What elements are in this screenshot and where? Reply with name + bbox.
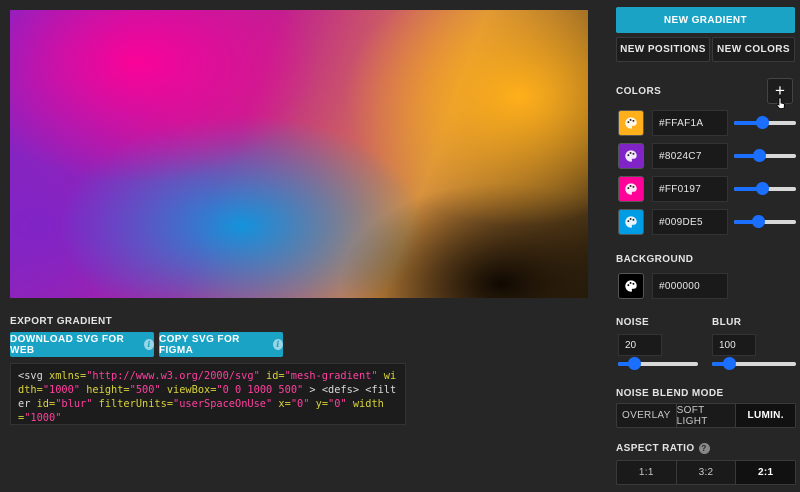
new-gradient-button[interactable]: NEW GRADIENT — [616, 7, 795, 33]
gradient-preview — [10, 10, 588, 298]
code-token: viewBox= — [160, 384, 217, 396]
code-token: xmlns= — [49, 370, 87, 382]
code-token: height= — [80, 384, 130, 396]
blur-input[interactable]: 100 — [712, 334, 756, 356]
aspect-ratio-label: ASPECT RATIO ? — [616, 443, 710, 454]
aspect-option[interactable]: 3:2 — [677, 461, 737, 484]
code-token: "0 0 1000 500" — [216, 384, 304, 396]
slider-thumb[interactable] — [722, 357, 736, 370]
cursor-icon — [776, 97, 785, 109]
blend-option[interactable]: OVERLAY — [617, 404, 677, 427]
palette-icon — [625, 117, 637, 129]
background-row: #000000 — [618, 273, 798, 299]
color-row: #009DE5 — [618, 209, 798, 235]
export-gradient-label: EXPORT GRADIENT — [10, 316, 113, 327]
code-token: "http://www.w3.org/2000/svg" — [86, 370, 260, 382]
color-weight-slider[interactable] — [734, 116, 796, 130]
blend-option[interactable]: SOFT LIGHT — [677, 404, 737, 427]
code-token: "500" — [129, 384, 161, 396]
palette-icon — [625, 216, 637, 228]
blend-option[interactable]: LUMIN. — [736, 404, 796, 427]
background-swatch[interactable] — [618, 273, 644, 299]
info-icon: i — [272, 339, 283, 350]
color-hex-input[interactable]: #009DE5 — [652, 209, 728, 235]
copy-svg-figma-button[interactable]: COPY SVG FOR FIGMA i — [159, 332, 283, 357]
background-label: BACKGROUND — [616, 254, 694, 265]
noise-label: NOISE — [616, 317, 650, 328]
colors-label: COLORS — [616, 86, 662, 97]
aspect-ratio-selector: 1:1 3:2 2:1 — [616, 460, 796, 485]
help-icon[interactable]: ? — [698, 443, 710, 454]
slider-thumb[interactable] — [628, 357, 641, 370]
color-swatch[interactable] — [618, 176, 644, 202]
svg-code-box[interactable]: <svg xmlns="http://www.w3.org/2000/svg" … — [10, 363, 406, 425]
color-hex-input[interactable]: #8024C7 — [652, 143, 728, 169]
slider-thumb[interactable] — [751, 215, 765, 228]
code-token: y= — [309, 398, 329, 410]
noise-slider[interactable] — [618, 357, 698, 371]
code-token: "1000" — [42, 384, 81, 396]
blur-label: BLUR — [712, 317, 742, 328]
code-token: "0" — [290, 398, 310, 410]
aspect-ratio-text: ASPECT RATIO — [616, 443, 695, 454]
aspect-option[interactable]: 1:1 — [617, 461, 677, 484]
code-token: "1000" — [24, 412, 62, 424]
code-token: filterUnits= — [92, 398, 174, 410]
slider-thumb[interactable] — [755, 116, 769, 129]
code-token: "blur" — [55, 398, 93, 410]
color-swatch[interactable] — [618, 143, 644, 169]
color-weight-slider[interactable] — [734, 149, 796, 163]
color-hex-input[interactable]: #FFAF1A — [652, 110, 728, 136]
palette-icon — [625, 280, 637, 292]
new-positions-button[interactable]: NEW POSITIONS — [616, 37, 710, 62]
new-colors-button[interactable]: NEW COLORS — [712, 37, 795, 62]
color-swatch[interactable] — [618, 110, 644, 136]
blur-slider[interactable] — [712, 357, 796, 371]
code-token: id= — [259, 370, 285, 382]
code-token: id= — [36, 398, 56, 410]
download-svg-label: DOWNLOAD SVG FOR WEB — [10, 333, 125, 356]
color-hex-input[interactable]: #FF0197 — [652, 176, 728, 202]
code-token: "0" — [328, 398, 347, 410]
color-row: #FF0197 — [618, 176, 798, 202]
download-svg-button[interactable]: DOWNLOAD SVG FOR WEB i — [10, 332, 154, 357]
noise-blend-mode-label: NOISE BLEND MODE — [616, 388, 724, 399]
palette-icon — [625, 183, 637, 195]
aspect-option[interactable]: 2:1 — [736, 461, 796, 484]
noise-input[interactable]: 20 — [618, 334, 662, 356]
slider-thumb[interactable] — [752, 149, 766, 162]
code-token: "userSpaceOnUse" — [173, 398, 273, 410]
background-hex-input[interactable]: #000000 — [652, 273, 728, 299]
slider-thumb[interactable] — [755, 182, 769, 195]
color-row: #FFAF1A — [618, 110, 798, 136]
info-icon: i — [144, 339, 154, 350]
code-token: x= — [272, 398, 291, 410]
blend-mode-selector: OVERLAY SOFT LIGHT LUMIN. — [616, 403, 796, 428]
color-swatch[interactable] — [618, 209, 644, 235]
code-token: <svg — [18, 370, 49, 382]
color-weight-slider[interactable] — [734, 215, 796, 229]
code-token: "mesh-gradient" — [284, 370, 378, 382]
palette-icon — [625, 150, 637, 162]
color-row: #8024C7 — [618, 143, 798, 169]
color-weight-slider[interactable] — [734, 182, 796, 196]
copy-svg-label: COPY SVG FOR FIGMA — [159, 333, 240, 356]
